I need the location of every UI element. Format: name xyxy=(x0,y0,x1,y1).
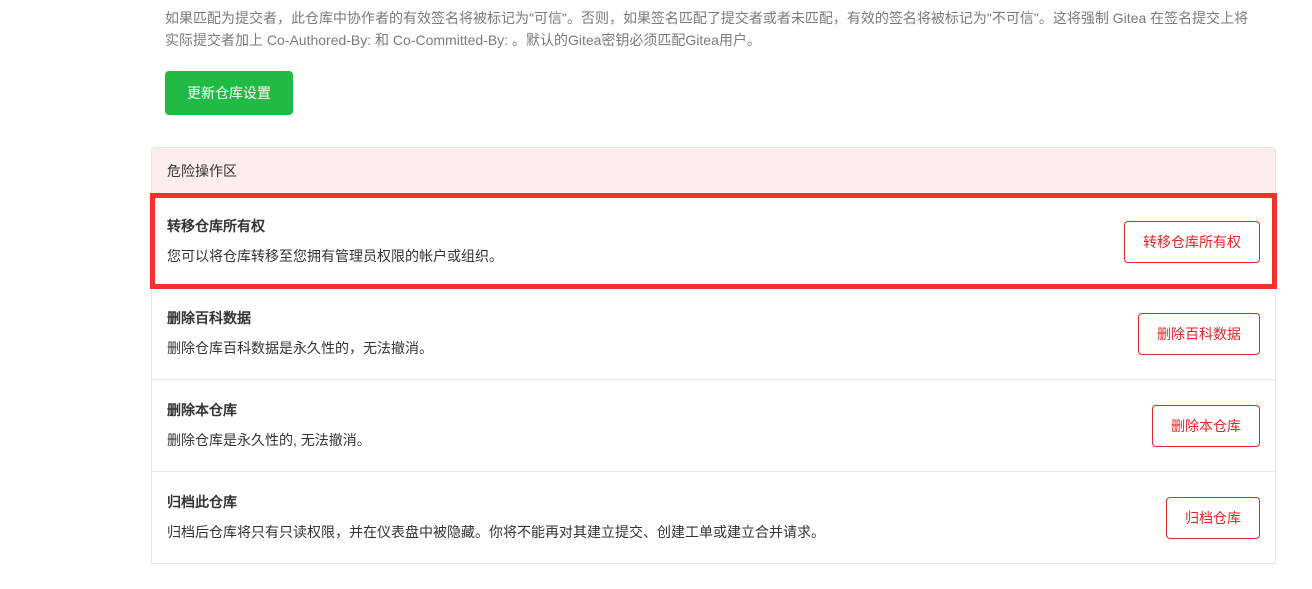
danger-item-archive: 归档此仓库 归档后仓库将只有只读权限，并在仪表盘中被隐藏。你将不能再对其建立提交… xyxy=(152,471,1275,563)
danger-zone-section: 危险操作区 转移仓库所有权 您可以将仓库转移至您拥有管理员权限的帐户或组织。 转… xyxy=(151,147,1276,564)
delete-repo-button[interactable]: 删除本仓库 xyxy=(1152,405,1260,447)
danger-item-desc: 删除仓库是永久性的, 无法撤消。 xyxy=(167,430,1132,451)
archive-repo-button[interactable]: 归档仓库 xyxy=(1166,497,1260,539)
danger-item-delete-repo: 删除本仓库 删除仓库是永久性的, 无法撤消。 删除本仓库 xyxy=(152,379,1275,471)
transfer-ownership-button[interactable]: 转移仓库所有权 xyxy=(1124,221,1260,263)
update-repo-settings-button[interactable]: 更新仓库设置 xyxy=(165,71,293,115)
danger-zone-header: 危险操作区 xyxy=(152,148,1275,195)
danger-item-title: 删除百科数据 xyxy=(167,308,1118,328)
danger-item-title: 归档此仓库 xyxy=(167,492,1146,512)
delete-wiki-button[interactable]: 删除百科数据 xyxy=(1138,313,1260,355)
danger-item-desc: 您可以将仓库转移至您拥有管理员权限的帐户或组织。 xyxy=(167,246,1104,267)
danger-item-desc: 删除仓库百科数据是永久性的，无法撤消。 xyxy=(167,338,1118,359)
danger-item-transfer: 转移仓库所有权 您可以将仓库转移至您拥有管理员权限的帐户或组织。 转移仓库所有权 xyxy=(152,195,1275,287)
signing-description: 如果匹配为提交者，此仓库中协作者的有效签名将被标记为"可信"。否则，如果签名匹配… xyxy=(151,8,1276,51)
danger-item-delete-wiki: 删除百科数据 删除仓库百科数据是永久性的，无法撤消。 删除百科数据 xyxy=(152,287,1275,379)
danger-item-title: 转移仓库所有权 xyxy=(167,216,1104,236)
danger-item-desc: 归档后仓库将只有只读权限，并在仪表盘中被隐藏。你将不能再对其建立提交、创建工单或… xyxy=(167,522,1146,543)
danger-item-title: 删除本仓库 xyxy=(167,400,1132,420)
